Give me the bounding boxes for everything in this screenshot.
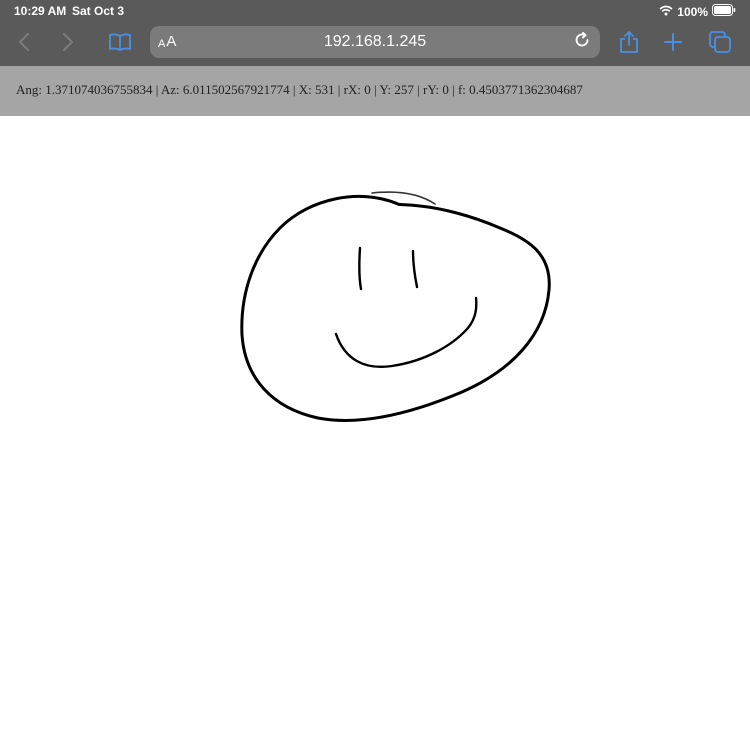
drawing-surface[interactable] [0, 116, 750, 750]
battery-icon [712, 4, 736, 19]
reload-button[interactable] [570, 30, 594, 54]
reader-options-button[interactable]: A A [158, 26, 176, 58]
right-eye-stroke [411, 249, 419, 289]
battery-percent: 100% [677, 4, 708, 19]
reload-icon [573, 31, 591, 54]
forward-icon [62, 32, 74, 57]
smile-stroke [334, 296, 478, 369]
url-text[interactable]: 192.168.1.245 [150, 26, 600, 58]
share-button[interactable] [614, 22, 644, 66]
aa-small-label: A [158, 38, 166, 50]
face-outline-stroke [240, 194, 551, 422]
back-button[interactable] [10, 22, 38, 66]
wifi-icon [659, 5, 673, 19]
share-icon [619, 30, 639, 59]
tabs-overview-button[interactable] [704, 22, 736, 66]
tabs-icon [708, 30, 732, 59]
aa-large-label: A [166, 33, 177, 50]
status-bar: 10:29 AM Sat Oct 3 100% [0, 0, 750, 22]
sensor-readout-text: Ang: 1.371074036755834 | Az: 6.011502567… [16, 82, 583, 97]
sensor-readout-bar: Ang: 1.371074036755834 | Az: 6.011502567… [0, 66, 750, 116]
drawing-canvas[interactable] [0, 116, 750, 750]
status-time: 10:29 AM [14, 4, 67, 18]
bookmarks-button[interactable] [104, 22, 136, 66]
bookmarks-icon [108, 32, 132, 57]
status-date: Sat Oct 3 [72, 4, 125, 18]
new-tab-button[interactable] [658, 22, 688, 66]
browser-toolbar: 192.168.1.245 A A [0, 22, 750, 66]
forward-button[interactable] [54, 22, 82, 66]
new-tab-icon [663, 32, 683, 57]
back-icon [18, 32, 30, 57]
left-eye-stroke [358, 246, 363, 291]
status-indicators: 100% [659, 4, 736, 19]
address-bar[interactable]: 192.168.1.245 A A [150, 26, 600, 58]
